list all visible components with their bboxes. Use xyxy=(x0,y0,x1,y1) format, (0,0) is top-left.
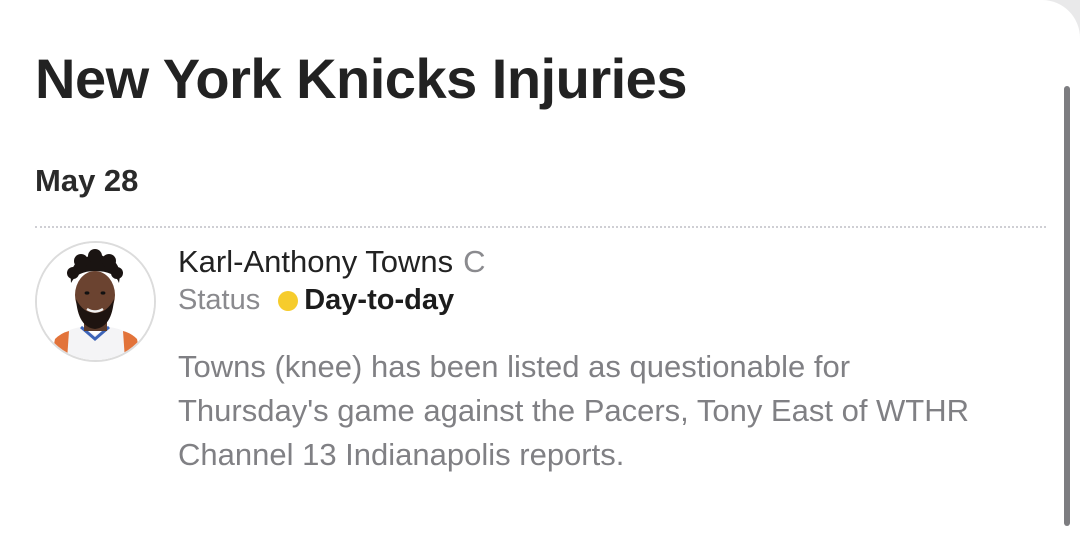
injury-date-header: May 28 xyxy=(35,163,139,198)
status-value: Day-to-day xyxy=(304,284,455,316)
injury-card: New York Knicks Injuries May 28 Karl-Ant… xyxy=(0,0,1080,540)
dotted-divider xyxy=(35,226,1046,228)
player-name-row: Karl-Anthony Towns C xyxy=(178,244,486,280)
vertical-scrollbar[interactable] xyxy=(1064,86,1070,526)
page-title: New York Knicks Injuries xyxy=(35,47,687,110)
status-dot-icon xyxy=(278,290,299,311)
status-label: Status xyxy=(178,284,261,316)
player-name-link[interactable]: Karl-Anthony Towns xyxy=(178,244,453,279)
player-position: C xyxy=(463,244,486,279)
status-row: Status Day-to-day xyxy=(178,284,454,317)
injury-note: Towns (knee) has been listed as question… xyxy=(178,349,970,472)
player-headshot-icon xyxy=(37,243,154,360)
player-avatar[interactable] xyxy=(35,241,156,362)
